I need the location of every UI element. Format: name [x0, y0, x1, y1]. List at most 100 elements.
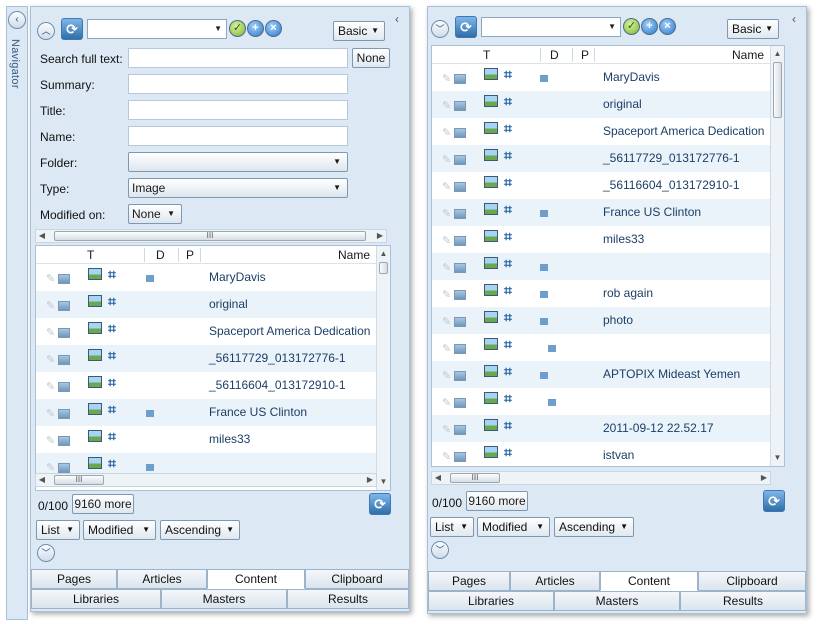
- column-header-d[interactable]: D: [550, 48, 559, 62]
- table-row[interactable]: ✎ ⌗ miles33: [432, 226, 770, 253]
- crop-icon[interactable]: ⌗: [108, 348, 116, 362]
- more-results-button[interactable]: 9160 more: [72, 494, 134, 514]
- sort-order-select[interactable]: Ascending ▼: [160, 520, 240, 540]
- tab-clipboard[interactable]: Clipboard: [698, 571, 806, 591]
- crop-icon[interactable]: ⌗: [108, 267, 116, 281]
- refresh-results-icon[interactable]: ⟳: [763, 490, 785, 512]
- table-row[interactable]: ✎ ⌗ Spaceport America Dedication: [432, 118, 770, 145]
- plus-icon[interactable]: +: [247, 20, 264, 37]
- crop-icon[interactable]: ⌗: [504, 310, 512, 324]
- tab-libraries[interactable]: Libraries: [428, 591, 554, 611]
- title-input[interactable]: [128, 100, 348, 120]
- table-row[interactable]: ✎ ⌗ istvan: [432, 442, 770, 466]
- column-header-p[interactable]: P: [186, 248, 194, 262]
- table-row[interactable]: ✎ ⌗ rob again: [432, 280, 770, 307]
- crop-icon[interactable]: ⌗: [504, 256, 512, 270]
- tab-content[interactable]: Content: [600, 571, 698, 591]
- table-row[interactable]: ✎ ⌗ photo: [432, 307, 770, 334]
- tab-articles[interactable]: Articles: [117, 569, 207, 589]
- column-header-p[interactable]: P: [581, 48, 589, 62]
- chevron-down-circle-icon[interactable]: ﹀: [431, 20, 449, 38]
- grid-horizontal-scrollbar[interactable]: ◀ III ▶: [35, 473, 377, 487]
- tab-masters[interactable]: Masters: [554, 591, 680, 611]
- sort-field-select[interactable]: Modified ▼: [477, 517, 550, 537]
- x-icon[interactable]: ×: [659, 18, 676, 35]
- table-row[interactable]: ✎ ⌗ MaryDavis: [36, 264, 376, 291]
- search-full-text-input[interactable]: [128, 48, 348, 68]
- refresh-results-icon[interactable]: ⟳: [369, 493, 391, 515]
- crop-icon[interactable]: ⌗: [504, 364, 512, 378]
- tab-results[interactable]: Results: [287, 589, 409, 609]
- check-icon[interactable]: ✓: [623, 18, 640, 35]
- tab-masters[interactable]: Masters: [161, 589, 287, 609]
- type-select[interactable]: Image ▼: [128, 178, 348, 198]
- crop-icon[interactable]: ⌗: [504, 67, 512, 81]
- grid-vertical-scrollbar[interactable]: ▲ ▼: [770, 46, 784, 466]
- crop-icon[interactable]: ⌗: [504, 94, 512, 108]
- crop-icon[interactable]: ⌗: [504, 283, 512, 297]
- table-row[interactable]: ✎ ⌗ France US Clinton: [36, 399, 376, 426]
- tab-content[interactable]: Content: [207, 569, 305, 589]
- tab-results[interactable]: Results: [680, 591, 806, 611]
- crop-icon[interactable]: ⌗: [504, 391, 512, 405]
- mode-basic-button[interactable]: Basic ▼: [727, 19, 779, 39]
- search-none-button[interactable]: None: [352, 48, 390, 68]
- chevron-up-circle-icon[interactable]: ︿: [37, 22, 55, 40]
- tab-clipboard[interactable]: Clipboard: [305, 569, 409, 589]
- column-header-t[interactable]: T: [87, 248, 94, 262]
- table-row[interactable]: ✎ ⌗ original: [432, 91, 770, 118]
- sort-order-select[interactable]: Ascending ▼: [554, 517, 634, 537]
- grid-horizontal-scrollbar[interactable]: ◀ III ▶: [431, 471, 771, 485]
- navigator-expand-icon[interactable]: ‹: [8, 11, 26, 29]
- table-row[interactable]: ✎ ⌗: [432, 388, 770, 415]
- table-row[interactable]: ✎ ⌗ _56117729_013172776-1: [36, 345, 376, 372]
- chevron-down-circle-icon[interactable]: ﹀: [431, 541, 449, 559]
- grid-vertical-scrollbar[interactable]: ▲ ▼: [376, 246, 390, 490]
- table-row[interactable]: ✎ ⌗ MaryDavis: [432, 64, 770, 91]
- more-results-button[interactable]: 9160 more: [466, 491, 528, 511]
- crop-icon[interactable]: ⌗: [504, 229, 512, 243]
- sort-field-select[interactable]: Modified ▼: [83, 520, 156, 540]
- crop-icon[interactable]: ⌗: [504, 202, 512, 216]
- view-mode-select[interactable]: List ▼: [430, 517, 474, 537]
- table-row[interactable]: ✎ ⌗ France US Clinton: [432, 199, 770, 226]
- table-row[interactable]: ✎ ⌗ original: [36, 291, 376, 318]
- table-row[interactable]: ✎ ⌗: [432, 253, 770, 280]
- tab-pages[interactable]: Pages: [31, 569, 117, 589]
- query-combo[interactable]: ▼: [87, 19, 227, 39]
- crop-icon[interactable]: ⌗: [108, 375, 116, 389]
- crop-icon[interactable]: ⌗: [108, 321, 116, 335]
- column-header-name[interactable]: Name: [338, 248, 370, 262]
- tab-articles[interactable]: Articles: [510, 571, 600, 591]
- refresh-icon[interactable]: ⟳: [61, 18, 83, 40]
- column-header-t[interactable]: T: [483, 48, 490, 62]
- table-row[interactable]: ✎ ⌗ _56117729_013172776-1: [432, 145, 770, 172]
- chevron-down-circle-icon[interactable]: ﹀: [37, 544, 55, 562]
- column-header-d[interactable]: D: [156, 248, 165, 262]
- crop-icon[interactable]: ⌗: [108, 429, 116, 443]
- crop-icon[interactable]: ⌗: [504, 121, 512, 135]
- crop-icon[interactable]: ⌗: [108, 402, 116, 416]
- query-combo[interactable]: ▼: [481, 17, 621, 37]
- crop-icon[interactable]: ⌗: [504, 148, 512, 162]
- panel-collapse-icon[interactable]: ‹: [395, 13, 403, 27]
- table-row[interactable]: ✎ ⌗ miles33: [36, 426, 376, 453]
- folder-select[interactable]: ▼: [128, 152, 348, 172]
- view-mode-select[interactable]: List ▼: [36, 520, 80, 540]
- table-row[interactable]: ✎ ⌗: [432, 334, 770, 361]
- crop-icon[interactable]: ⌗: [504, 418, 512, 432]
- table-row[interactable]: ✎ ⌗ _56116604_013172910-1: [36, 372, 376, 399]
- filters-horizontal-scrollbar[interactable]: ◀ III ▶: [35, 229, 387, 243]
- table-row[interactable]: ✎ ⌗ 2011-09-12 22.52.17: [432, 415, 770, 442]
- navigator-strip[interactable]: ‹ Navigator: [6, 6, 28, 620]
- modified-on-select[interactable]: None ▼: [128, 204, 182, 224]
- crop-icon[interactable]: ⌗: [504, 175, 512, 189]
- plus-icon[interactable]: +: [641, 18, 658, 35]
- table-row[interactable]: ✎ ⌗ Spaceport America Dedication: [36, 318, 376, 345]
- name-input[interactable]: [128, 126, 348, 146]
- tab-pages[interactable]: Pages: [428, 571, 510, 591]
- x-icon[interactable]: ×: [265, 20, 282, 37]
- summary-input[interactable]: [128, 74, 348, 94]
- table-row[interactable]: ✎ ⌗ _56116604_013172910-1: [432, 172, 770, 199]
- crop-icon[interactable]: ⌗: [504, 337, 512, 351]
